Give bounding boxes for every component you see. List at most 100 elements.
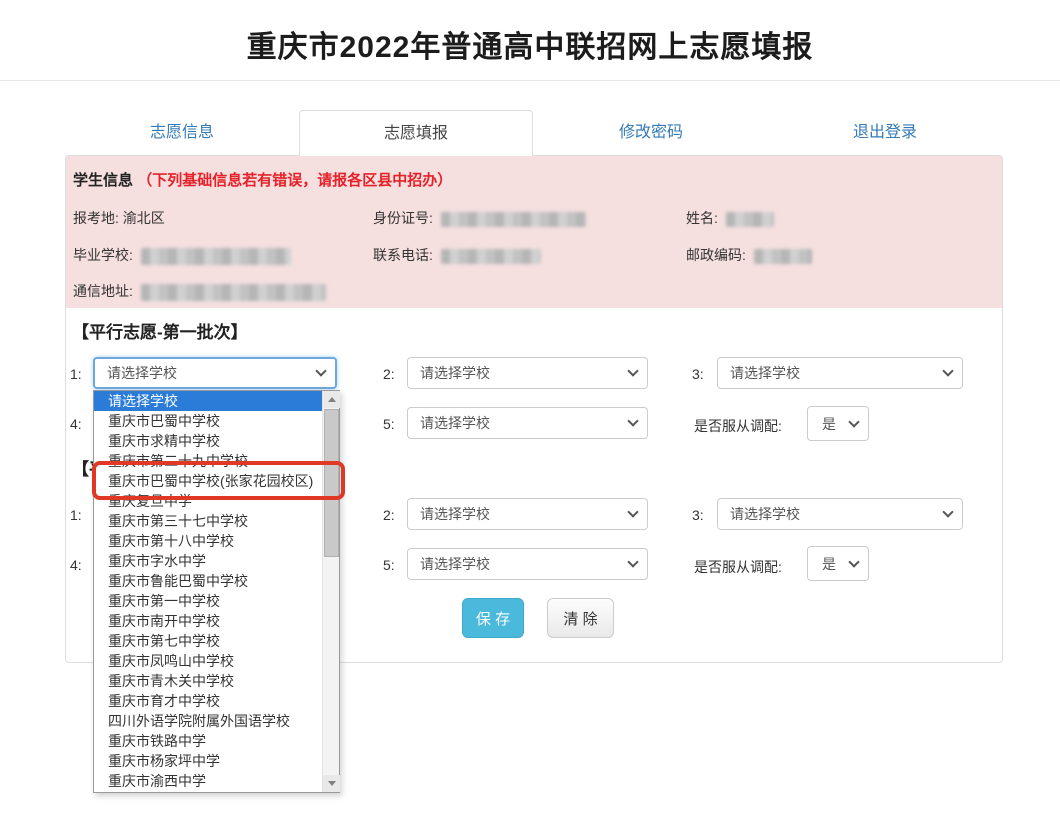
field-postcode-redacted-value [754, 249, 812, 264]
school-select-b1-2[interactable]: 请选择学校 [407, 357, 648, 389]
page-title: 重庆市2022年普通高中联招网上志愿填报 [0, 22, 1060, 66]
chevron-down-icon [315, 365, 326, 376]
field-phone: 联系电话: [373, 245, 541, 265]
dispatch-select-b2-value: 是 [822, 554, 836, 574]
slot-label-b2-5: 5: [383, 557, 395, 573]
dispatch-label-b2: 是否服从调配: [694, 557, 782, 577]
slot-label-b1-2: 2: [383, 366, 395, 382]
school-select-b2-2[interactable]: 请选择学校 [407, 498, 648, 530]
slot-label-b1-1: 1: [70, 366, 82, 382]
field-postcode: 邮政编码: [686, 245, 812, 265]
chevron-down-icon [942, 365, 953, 376]
field-exam-area: 报考地: 渝北区 [73, 208, 165, 228]
scrollbar-thumb[interactable] [324, 409, 339, 557]
field-address-redacted-value [141, 284, 326, 301]
dropdown-option[interactable]: 重庆市南开中学校 [94, 611, 323, 631]
dispatch-select-b2[interactable]: 是 [807, 546, 869, 581]
school-select-b2-3[interactable]: 请选择学校 [717, 498, 963, 530]
school-select-b1-3-value: 请选择学校 [730, 363, 800, 383]
dropdown-option[interactable]: 请选择学校 [94, 391, 323, 411]
field-graduate-school-redacted-value [141, 248, 291, 265]
slot-label-b1-3: 3: [692, 366, 704, 382]
dropdown-option[interactable]: 重庆市杨家坪中学 [94, 751, 323, 771]
school-select-b2-5-value: 请选择学校 [420, 554, 490, 574]
dropdown-option[interactable]: 重庆复旦中学 [94, 491, 323, 511]
student-info-panel: 学生信息 （下列基础信息若有错误，请报各区县中招办） 报考地: 渝北区 身份证号… [66, 156, 1002, 308]
dropdown-option[interactable]: 重庆市第二十九中学校 [94, 451, 323, 471]
dropdown-option[interactable]: 重庆市第七中学校 [94, 631, 323, 651]
slot-label-b2-1: 1: [70, 507, 82, 523]
field-address-label: 通信地址: [73, 283, 133, 299]
dropdown-option[interactable]: 重庆市青木关中学校 [94, 671, 323, 691]
field-exam-area-label: 报考地: [73, 210, 119, 226]
student-info-heading: 学生信息 （下列基础信息若有错误，请报各区县中招办） [73, 169, 452, 190]
school-dropdown-list: 请选择学校重庆市巴蜀中学校重庆市求精中学校重庆市第二十九中学校重庆市巴蜀中学校(… [93, 390, 340, 793]
school-select-b2-2-value: 请选择学校 [420, 504, 490, 524]
field-name: 姓名: [686, 208, 774, 228]
chevron-down-icon [848, 416, 859, 427]
dropdown-option[interactable]: 重庆市鲁能巴蜀中学校 [94, 571, 323, 591]
dispatch-select-b1-value: 是 [822, 414, 836, 434]
dropdown-option[interactable]: 重庆市巴蜀中学校(张家花园校区) [94, 471, 323, 491]
student-info-title: 学生信息 [73, 172, 133, 189]
field-graduate-school-label: 毕业学校: [73, 247, 133, 263]
field-postcode-label: 邮政编码: [686, 247, 746, 263]
dropdown-option[interactable]: 重庆市第一中学校 [94, 591, 323, 611]
dispatch-select-b1[interactable]: 是 [807, 406, 869, 441]
chevron-down-icon [627, 506, 638, 517]
school-select-b2-5[interactable]: 请选择学校 [407, 548, 648, 580]
slot-label-b2-4: 4: [70, 557, 82, 573]
dropdown-option[interactable]: 重庆市第三十七中学校 [94, 511, 323, 531]
dropdown-option[interactable]: 重庆市第十八中学校 [94, 531, 323, 551]
field-id-number-label: 身份证号: [373, 210, 433, 226]
school-select-b1-1[interactable]: 请选择学校 [93, 357, 337, 389]
chevron-down-icon [627, 415, 638, 426]
chevron-down-icon [627, 556, 638, 567]
dropdown-option[interactable]: 重庆市字水中学 [94, 551, 323, 571]
school-dropdown-items: 请选择学校重庆市巴蜀中学校重庆市求精中学校重庆市第二十九中学校重庆市巴蜀中学校(… [94, 391, 323, 791]
dropdown-option[interactable]: 重庆市巴蜀中学校 [94, 411, 323, 431]
triangle-down-icon [328, 781, 336, 786]
batch1-title: 【平行志愿-第一批次】 [72, 318, 248, 343]
dropdown-option[interactable]: 重庆市凤鸣山中学校 [94, 651, 323, 671]
school-select-b2-3-value: 请选择学校 [730, 504, 800, 524]
header-divider [0, 80, 1060, 81]
slot-label-b2-3: 3: [692, 507, 704, 523]
school-select-b1-3[interactable]: 请选择学校 [717, 357, 963, 389]
dropdown-option[interactable]: 重庆市育才中学校 [94, 691, 323, 711]
slot-label-b1-5: 5: [383, 416, 395, 432]
field-graduate-school: 毕业学校: [73, 245, 291, 265]
tab-volunteer-info[interactable]: 志愿信息 [65, 110, 299, 156]
scrollbar-up-button[interactable] [323, 391, 340, 408]
school-select-b1-5-value: 请选择学校 [420, 413, 490, 433]
field-name-redacted-value [726, 212, 774, 227]
school-select-b1-5[interactable]: 请选择学校 [407, 407, 648, 439]
field-name-label: 姓名: [686, 210, 718, 226]
slot-label-b1-4: 4: [70, 416, 82, 432]
scrollbar-down-button[interactable] [323, 775, 340, 792]
chevron-down-icon [942, 506, 953, 517]
tab-volunteer-filling[interactable]: 志愿填报 [299, 110, 533, 156]
clear-button[interactable]: 清 除 [547, 598, 614, 638]
dropdown-scrollbar[interactable] [322, 391, 339, 792]
field-id-number-redacted-value [441, 212, 586, 227]
field-phone-redacted-value [441, 249, 541, 264]
tab-change-password[interactable]: 修改密码 [534, 110, 768, 156]
field-exam-area-value: 渝北区 [123, 210, 165, 226]
triangle-up-icon [328, 397, 336, 402]
dropdown-option[interactable]: 重庆市渝西中学 [94, 771, 323, 791]
tab-logout[interactable]: 退出登录 [768, 110, 1002, 156]
student-info-warning: （下列基础信息若有错误，请报各区县中招办） [137, 172, 452, 189]
field-phone-label: 联系电话: [373, 247, 433, 263]
dropdown-option[interactable]: 重庆市求精中学校 [94, 431, 323, 451]
dropdown-option[interactable]: 重庆市铁路中学 [94, 731, 323, 751]
dispatch-label-b1: 是否服从调配: [694, 416, 782, 436]
school-select-b1-1-value: 请选择学校 [107, 363, 177, 383]
dropdown-option[interactable]: 四川外语学院附属外国语学校 [94, 711, 323, 731]
chevron-down-icon [627, 365, 638, 376]
field-id-number: 身份证号: [373, 208, 586, 228]
field-address: 通信地址: [73, 281, 326, 301]
save-button[interactable]: 保 存 [462, 598, 524, 638]
volunteer-filling-page: 重庆市2022年普通高中联招网上志愿填报 志愿信息 志愿填报 修改密码 退出登录… [0, 0, 1060, 813]
slot-label-b2-2: 2: [383, 507, 395, 523]
